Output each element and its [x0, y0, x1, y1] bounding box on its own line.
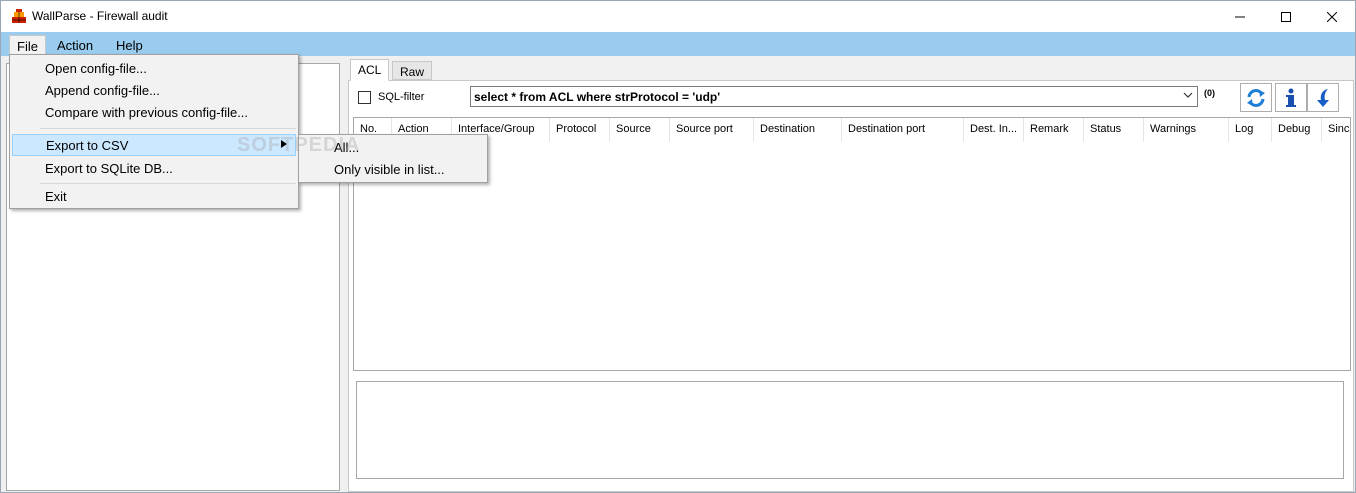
maximize-icon	[1281, 11, 1291, 22]
column-header[interactable]: Source port	[670, 118, 754, 142]
menu-bar: File Action Help	[1, 32, 1355, 56]
file-dropdown-menu: Open config-file... Append config-file..…	[9, 54, 299, 209]
download-button[interactable]	[1307, 83, 1339, 112]
close-icon	[1327, 11, 1337, 22]
app-window: WallParse - Firewall audit File Action H…	[0, 0, 1356, 493]
sql-filter-checkbox[interactable]	[358, 91, 371, 104]
menu-action[interactable]: Action	[50, 35, 100, 56]
sql-query-text: select * from ACL where strProtocol = 'u…	[474, 90, 721, 104]
column-header[interactable]: Destination	[754, 118, 842, 142]
column-header[interactable]: Source	[610, 118, 670, 142]
menu-export-sqlite[interactable]: Export to SQLite DB...	[12, 158, 296, 180]
tab-acl[interactable]: ACL	[350, 59, 390, 81]
menu-separator	[40, 128, 296, 129]
title-bar: WallParse - Firewall audit	[1, 1, 1355, 32]
menu-open-config[interactable]: Open config-file...	[12, 58, 296, 80]
tab-raw[interactable]: Raw	[392, 61, 433, 80]
minimize-icon	[1235, 16, 1245, 17]
acl-tab-page: SQL-filter select * from ACL where strPr…	[348, 80, 1354, 492]
column-header[interactable]: Warnings	[1144, 118, 1229, 142]
menu-file[interactable]: File	[9, 35, 46, 56]
sql-query-combobox[interactable]: select * from ACL where strProtocol = 'u…	[470, 86, 1198, 107]
tabs-area: ACL Raw SQL-filter select * from ACL whe…	[348, 58, 1354, 492]
menu-separator	[40, 183, 296, 184]
list-header: No. Action Interface/Group Protocol Sour…	[354, 118, 1350, 142]
column-header[interactable]: Destination port	[842, 118, 964, 142]
menu-exit[interactable]: Exit	[12, 186, 296, 208]
app-icon	[12, 9, 26, 23]
column-header[interactable]: Log	[1229, 118, 1272, 142]
info-icon	[1286, 88, 1296, 107]
column-header[interactable]: Remark	[1024, 118, 1084, 142]
menu-compare-config[interactable]: Compare with previous config-file...	[12, 102, 296, 124]
refresh-button[interactable]	[1240, 83, 1272, 112]
window-title: WallParse - Firewall audit	[32, 9, 168, 23]
menu-export-visible[interactable]: Only visible in list...	[301, 159, 485, 181]
minimize-button[interactable]	[1217, 1, 1263, 32]
acl-list-view[interactable]: No. Action Interface/Group Protocol Sour…	[353, 117, 1351, 371]
maximize-button[interactable]	[1263, 1, 1309, 32]
column-header[interactable]: Dest. In...	[964, 118, 1024, 142]
detail-textbox[interactable]	[356, 381, 1344, 479]
watermark: SOFTPEDIA	[237, 134, 361, 156]
chevron-down-icon	[1183, 92, 1193, 98]
column-header[interactable]: Protocol	[550, 118, 610, 142]
column-header[interactable]: Status	[1084, 118, 1144, 142]
column-header[interactable]: Debug	[1272, 118, 1322, 142]
column-header[interactable]: Sinc	[1322, 118, 1350, 142]
refresh-icon	[1247, 88, 1265, 107]
info-button[interactable]	[1275, 83, 1307, 112]
menu-help[interactable]: Help	[109, 35, 150, 56]
result-count: (0)	[1204, 88, 1215, 98]
close-button[interactable]	[1309, 1, 1355, 32]
sql-filter-label: SQL-filter	[378, 91, 425, 103]
menu-append-config[interactable]: Append config-file...	[12, 80, 296, 102]
menu-export-csv-label: Export to CSV	[46, 138, 129, 153]
down-arrow-icon	[1317, 88, 1329, 107]
